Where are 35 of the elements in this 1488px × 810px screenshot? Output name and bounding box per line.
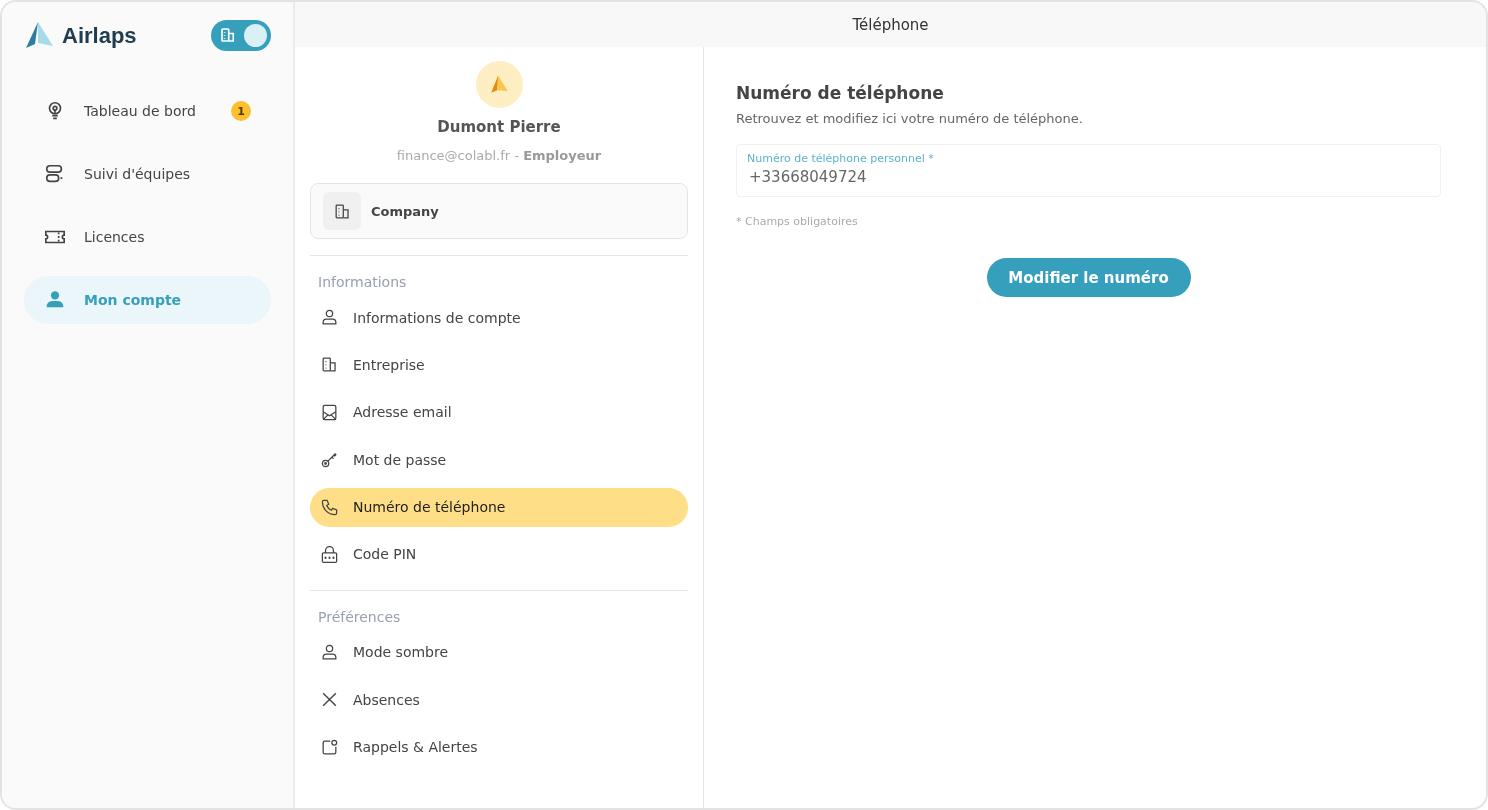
menu-item[interactable]: Mode sombre [310,632,688,672]
menu-item[interactable]: Code PIN [310,534,688,574]
profile-email-role: finance@colabl.fr - Employeur [396,148,602,163]
menu-item[interactable]: Entreprise [310,345,688,385]
nav-item[interactable]: Suivi d'équipes [24,150,271,198]
required-note: * Champs obligatoires [736,215,859,228]
notification-badge: 1 [231,101,251,121]
form-title: Numéro de téléphone [736,83,945,103]
key-icon [320,450,339,470]
menu-item[interactable]: Numéro de téléphone [310,487,688,527]
menu-item[interactable]: Rappels & Alertes [310,727,688,767]
company-card[interactable]: Company [310,183,688,239]
menu-item[interactable]: Mot de passe [310,440,688,480]
person-icon [320,308,339,327]
logo-icon [24,20,54,51]
menu-item[interactable]: Informations de compte [310,298,688,337]
phone-input-field[interactable]: Numéro de téléphone personnel * +33668049724 [736,144,1441,197]
nav-item[interactable]: Licences [24,213,271,261]
nav-item[interactable]: Tableau de bord 1 [24,87,271,135]
menu-item[interactable]: Adresse email [310,392,688,432]
avatar [475,61,523,108]
page-title: Téléphone [852,15,929,34]
section-title: Préférences [317,608,402,625]
envelope-icon [320,402,339,422]
menu-item[interactable]: Absences [310,680,688,720]
section-title: Informations [317,274,408,290]
building-icon [219,26,237,44]
profile-name: Dumont Pierre [437,118,561,136]
person-icon [320,642,339,662]
form-description: Retrouvez et modifiez ici votre numéro de téléphone. [736,111,1084,126]
notification-icon [320,737,339,757]
lock-icon [320,544,339,564]
mode-switch[interactable] [211,20,271,51]
phone-icon [320,497,339,517]
brand-name: Airlaps [62,22,138,49]
